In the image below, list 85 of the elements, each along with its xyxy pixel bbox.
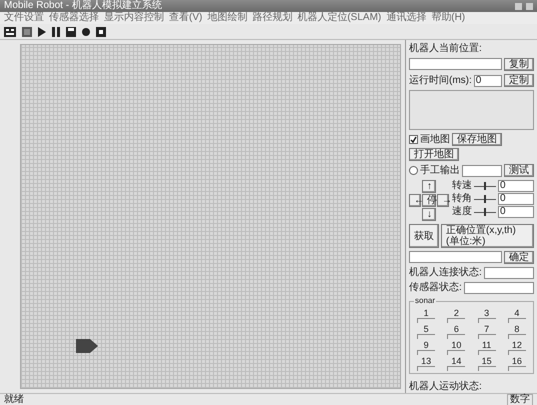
sonar-number: 16 bbox=[512, 356, 522, 366]
sonar-field bbox=[508, 350, 526, 355]
sonar-field bbox=[447, 350, 466, 355]
sonar-number: 2 bbox=[454, 308, 459, 318]
sonar-field bbox=[447, 334, 466, 339]
menu-item[interactable]: 地图绘制 bbox=[207, 13, 248, 23]
slider-value-field[interactable]: 0 bbox=[498, 193, 534, 205]
sonar-number: 9 bbox=[424, 340, 429, 350]
document-icon[interactable] bbox=[22, 26, 32, 36]
test-button[interactable]: 测试 bbox=[504, 164, 534, 177]
sonar-number: 12 bbox=[512, 340, 522, 350]
slider-label: 转速 bbox=[452, 180, 472, 192]
sonar-number: 10 bbox=[451, 340, 462, 350]
slider-value-field[interactable]: 0 bbox=[498, 180, 534, 192]
sonar-number: 11 bbox=[482, 340, 492, 350]
motion-label: 机器人运动状态: bbox=[409, 381, 483, 393]
sonar-number: 5 bbox=[424, 324, 429, 334]
robot-icon bbox=[76, 339, 98, 353]
grid-icon[interactable] bbox=[4, 26, 16, 36]
play-icon[interactable] bbox=[38, 26, 46, 36]
sonar-number: 13 bbox=[421, 356, 432, 366]
slider-value-field[interactable]: 0 bbox=[498, 206, 534, 218]
sonar-field bbox=[508, 318, 526, 323]
menu-item[interactable]: 通讯选择 bbox=[386, 13, 426, 23]
slider-label: 转角 bbox=[452, 193, 472, 205]
status-text: 就绪 bbox=[4, 394, 24, 404]
sonar-field bbox=[417, 350, 436, 355]
connection-field[interactable] bbox=[484, 267, 534, 279]
close-icon[interactable] bbox=[526, 2, 533, 10]
sensor-label: 传感器状态: bbox=[409, 282, 462, 294]
sonar-number: 15 bbox=[482, 356, 492, 366]
draw-map-checkbox[interactable] bbox=[409, 135, 418, 144]
draw-map-label: 画地图 bbox=[420, 134, 450, 146]
menu-item[interactable]: 机器人定位(SLAM) bbox=[297, 13, 382, 23]
down-button[interactable]: ↓ bbox=[422, 208, 436, 221]
sonar-field bbox=[508, 334, 526, 339]
sonar-field bbox=[478, 366, 496, 371]
manual-radio[interactable] bbox=[409, 166, 418, 175]
sonar-number: 4 bbox=[514, 308, 520, 318]
menu-item[interactable]: 帮助(H) bbox=[431, 13, 466, 23]
sonar-number: 7 bbox=[484, 324, 490, 334]
position-field[interactable] bbox=[409, 58, 502, 70]
sonar-field bbox=[417, 334, 436, 339]
sonar-number: 1 bbox=[424, 308, 429, 318]
connection-label: 机器人连接状态: bbox=[409, 267, 482, 279]
manual-label: 手工输出 bbox=[420, 164, 460, 176]
film-icon[interactable] bbox=[96, 26, 106, 36]
minimize-icon[interactable] bbox=[515, 2, 522, 10]
menu-item[interactable]: 文件设置 bbox=[4, 13, 44, 23]
save-icon[interactable] bbox=[66, 26, 76, 36]
menu-item[interactable]: 路径规划 bbox=[252, 13, 292, 23]
runtime-label: 运行时间(ms): bbox=[409, 74, 472, 86]
sonar-field bbox=[417, 366, 436, 371]
sonar-field bbox=[478, 350, 496, 355]
sonar-field bbox=[447, 318, 466, 323]
menu-item[interactable]: 显示内容控制 bbox=[104, 13, 164, 23]
pause-icon[interactable] bbox=[52, 26, 60, 36]
position-input-field[interactable] bbox=[409, 251, 502, 263]
sonar-field bbox=[478, 318, 496, 323]
position-label: 机器人当前位置: bbox=[409, 43, 483, 55]
sonar-field bbox=[478, 334, 496, 339]
sonar-number: 3 bbox=[484, 308, 490, 318]
menu-item[interactable]: 查看(V) bbox=[169, 13, 202, 23]
sonar-field bbox=[417, 318, 436, 323]
sonar-number: 6 bbox=[454, 324, 459, 334]
ok-button[interactable]: 确定 bbox=[504, 251, 534, 264]
up-button[interactable]: ↑ bbox=[422, 180, 436, 193]
manual-field[interactable] bbox=[462, 164, 502, 176]
sonar-title: sonar bbox=[414, 296, 436, 306]
slider-label: 速度 bbox=[452, 206, 472, 218]
set-button[interactable]: 定制 bbox=[504, 74, 534, 87]
get-button[interactable]: 获取 bbox=[409, 224, 439, 248]
sonar-field bbox=[447, 366, 466, 371]
menu-item[interactable]: 传感器选择 bbox=[49, 13, 99, 23]
dot-icon[interactable] bbox=[82, 28, 90, 36]
runtime-field[interactable]: 0 bbox=[474, 74, 502, 86]
sonar-field bbox=[508, 366, 526, 371]
correct-position-button[interactable]: 正确位置(x,y,th)(单位:米) bbox=[441, 224, 534, 248]
save-map-button[interactable]: 保存地图 bbox=[452, 133, 502, 146]
sonar-number: 8 bbox=[514, 324, 520, 334]
sonar-number: 14 bbox=[451, 356, 462, 366]
sensor-field[interactable] bbox=[464, 282, 534, 294]
open-map-button[interactable]: 打开地图 bbox=[409, 148, 459, 161]
copy-button[interactable]: 复制 bbox=[504, 58, 534, 71]
status-indicator: 数字 bbox=[507, 394, 533, 405]
